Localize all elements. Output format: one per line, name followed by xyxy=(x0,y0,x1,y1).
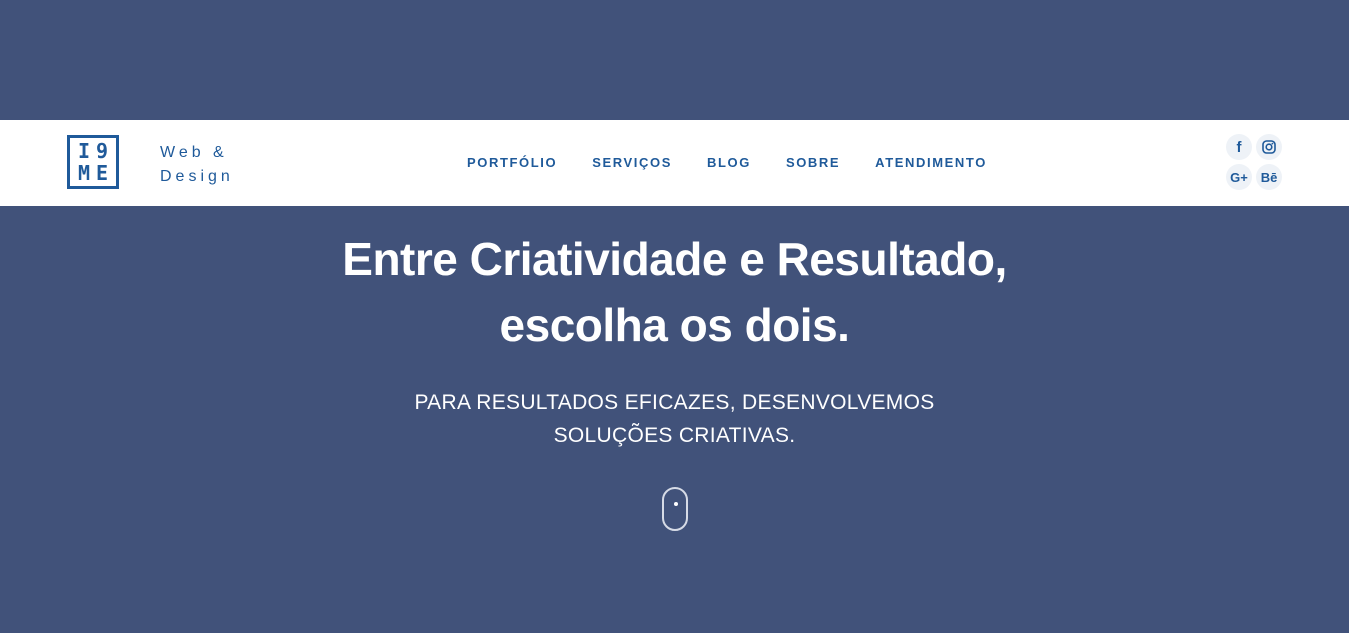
logo-char: E xyxy=(95,161,109,185)
google-plus-label: G+ xyxy=(1230,169,1248,185)
logo-char: 9 xyxy=(95,139,109,163)
instagram-icon[interactable] xyxy=(1256,134,1282,160)
instagram-glyph xyxy=(1262,140,1276,154)
logo-char: I xyxy=(77,139,91,163)
page: I 9 M E Web & Design PORTFÓLIO SERVIÇOS … xyxy=(0,0,1349,633)
hero-subtitle: PARA RESULTADOS EFICAZES, DESENVOLVEMOS … xyxy=(0,386,1349,452)
nav-item-atendimento[interactable]: ATENDIMENTO xyxy=(875,153,987,173)
mouse-wheel-dot xyxy=(674,502,678,506)
hero-subtitle-line: SOLUÇÕES CRIATIVAS. xyxy=(553,424,796,447)
facebook-label: f xyxy=(1236,138,1242,156)
logo[interactable]: I 9 M E xyxy=(67,135,119,189)
site-header: I 9 M E Web & Design PORTFÓLIO SERVIÇOS … xyxy=(0,120,1349,206)
hero-subtitle-line: PARA RESULTADOS EFICAZES, DESENVOLVEMOS xyxy=(414,391,935,414)
main-nav: PORTFÓLIO SERVIÇOS BLOG SOBRE ATENDIMENT… xyxy=(467,153,987,173)
nav-item-sobre[interactable]: SOBRE xyxy=(786,153,840,173)
hero-title-line: Entre Criatividade e Resultado, xyxy=(342,233,1007,285)
hero-title-line: escolha os dois. xyxy=(499,299,850,351)
behance-label: Bē xyxy=(1260,169,1278,185)
tagline-line: Web & xyxy=(160,144,228,161)
scroll-down-mouse-icon[interactable] xyxy=(662,487,688,531)
tagline-line: Design xyxy=(160,168,234,185)
social-links: f G+ Bē xyxy=(1226,134,1284,192)
hero-title: Entre Criatividade e Resultado, escolha … xyxy=(0,226,1349,358)
nav-item-blog[interactable]: BLOG xyxy=(707,153,751,173)
nav-item-portfolio[interactable]: PORTFÓLIO xyxy=(467,153,557,173)
logo-tagline: Web & Design xyxy=(160,141,260,189)
nav-item-servicos[interactable]: SERVIÇOS xyxy=(592,153,672,173)
google-plus-icon[interactable]: G+ xyxy=(1226,164,1252,190)
logo-char: M xyxy=(77,161,91,185)
facebook-icon[interactable]: f xyxy=(1226,134,1252,160)
behance-icon[interactable]: Bē xyxy=(1256,164,1282,190)
